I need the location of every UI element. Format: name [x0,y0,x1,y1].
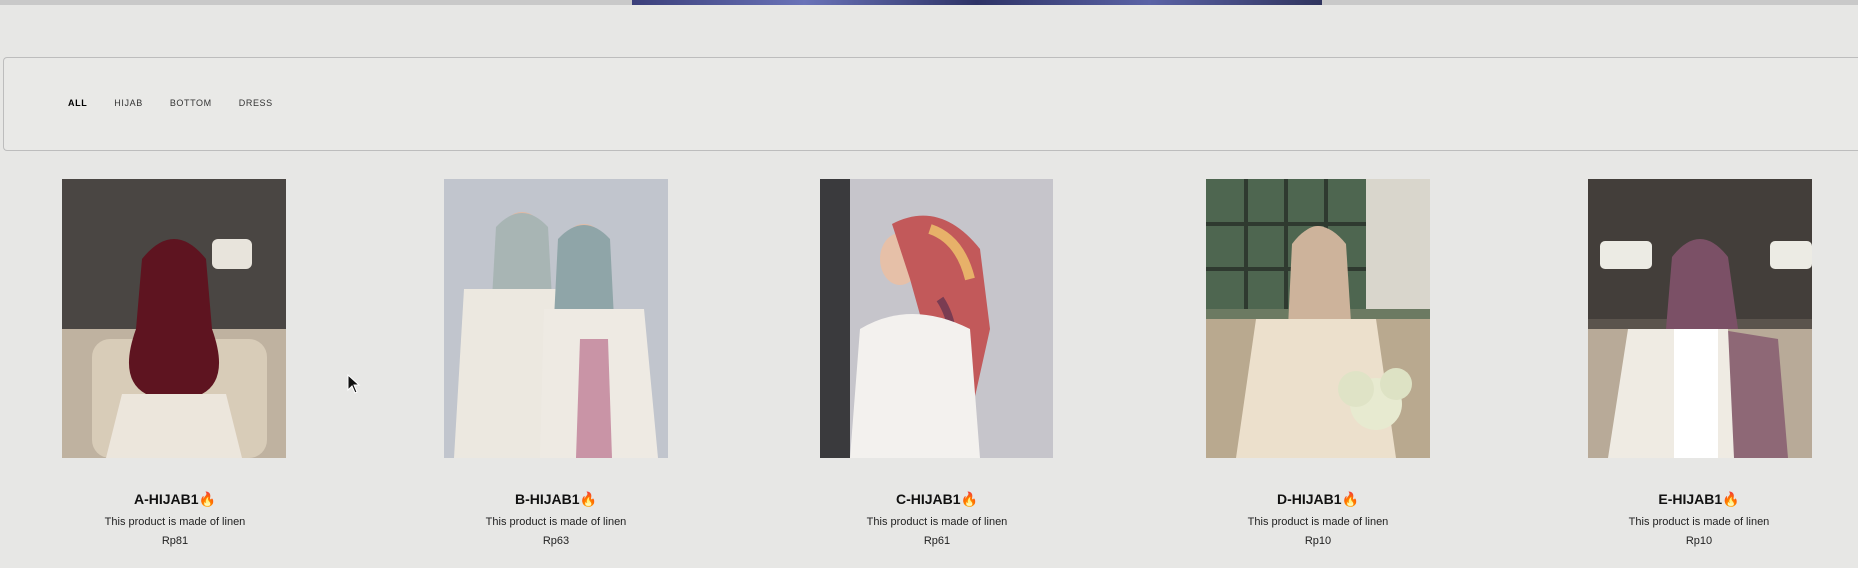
product-card-a[interactable]: A-HIJAB1🔥 This product is made of linen … [55,179,295,559]
product-card-b[interactable]: B-HIJAB1🔥 This product is made of linen … [436,179,676,559]
product-description: This product is made of linen [1247,516,1389,528]
product-price: Rp10 [1304,535,1332,547]
product-title[interactable]: C-HIJAB1🔥 [817,491,1057,508]
product-card-d[interactable]: D-HIJAB1🔥 This product is made of linen … [1198,179,1438,559]
product-image-e[interactable] [1588,179,1812,458]
product-title[interactable]: D-HIJAB1🔥 [1198,491,1438,508]
product-image-d[interactable] [1206,179,1430,458]
product-price: Rp61 [923,535,951,547]
tab-bottom[interactable]: BOTTOM [170,98,212,108]
product-card-e[interactable]: E-HIJAB1🔥 This product is made of linen … [1579,179,1819,559]
product-price: Rp10 [1685,535,1713,547]
product-price: Rp81 [161,535,189,547]
product-title[interactable]: E-HIJAB1🔥 [1579,491,1819,508]
category-filter-bar: ALL HIJAB BOTTOM DRESS [3,57,1858,151]
product-title[interactable]: A-HIJAB1🔥 [55,491,295,508]
product-description: This product is made of linen [485,516,627,528]
product-image-c[interactable] [820,179,1053,458]
product-image-b[interactable] [444,179,668,458]
tab-hijab[interactable]: HIJAB [114,98,143,108]
product-description: This product is made of linen [104,516,246,528]
tab-dress[interactable]: DRESS [239,98,273,108]
browser-tab-strip [632,0,1322,5]
mouse-cursor-icon [347,374,361,394]
product-title[interactable]: B-HIJAB1🔥 [436,491,676,508]
category-tabs: ALL HIJAB BOTTOM DRESS [68,98,300,108]
product-price: Rp63 [542,535,570,547]
product-image-a[interactable] [62,179,286,458]
product-description: This product is made of linen [866,516,1008,528]
browser-top-strip [0,0,1858,5]
product-description: This product is made of linen [1628,516,1770,528]
tab-all[interactable]: ALL [68,98,87,108]
product-card-c[interactable]: C-HIJAB1🔥 This product is made of linen … [817,179,1057,559]
